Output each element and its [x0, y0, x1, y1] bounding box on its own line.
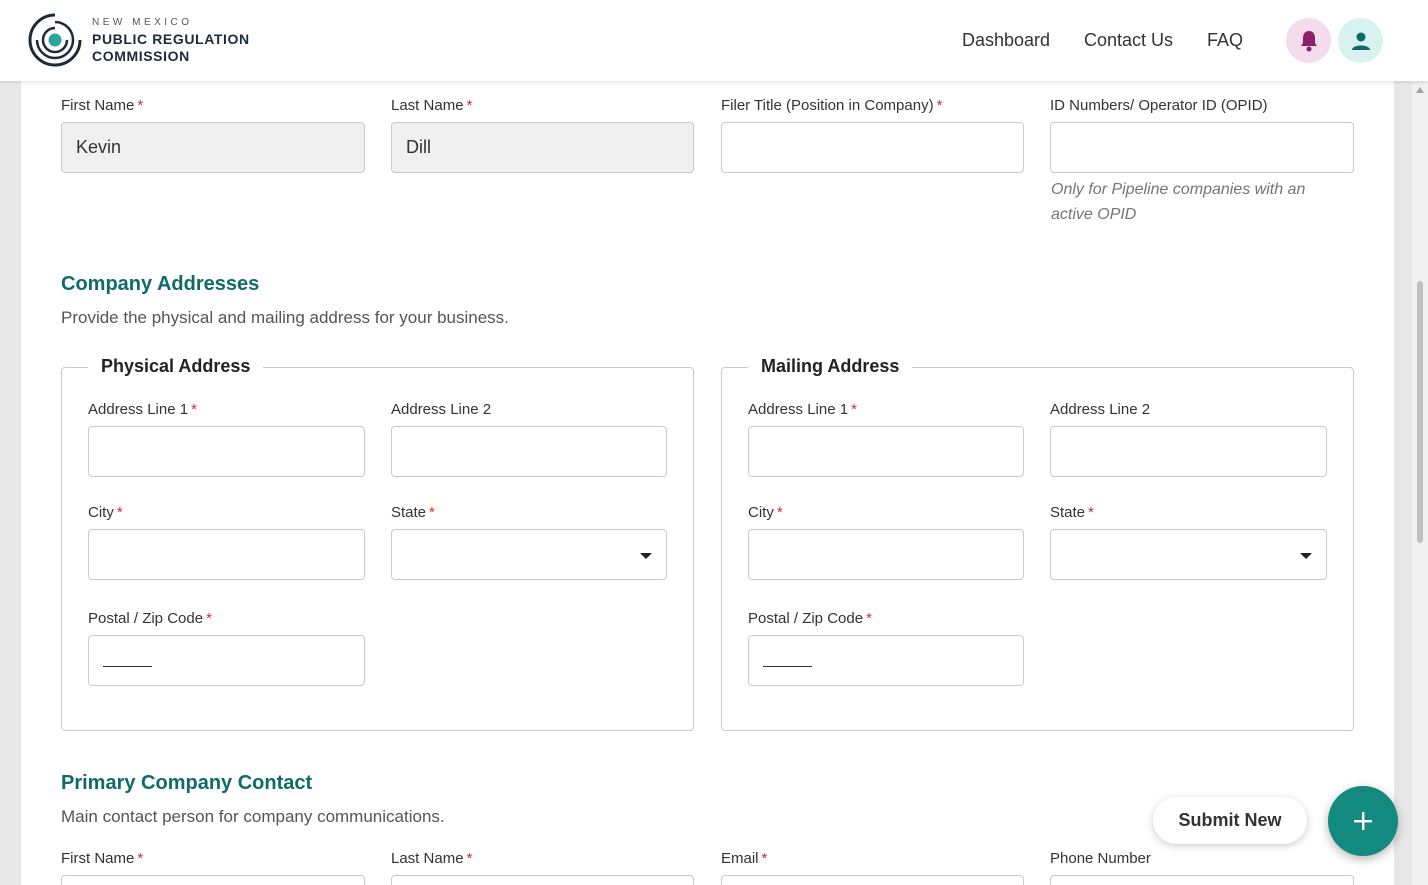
- bell-icon: [1300, 30, 1317, 51]
- zip-input-mask: [103, 666, 152, 667]
- nav-contact-us-link[interactable]: Contact Us: [1084, 30, 1173, 51]
- primary-contact-title: Primary Company Contact: [61, 772, 313, 794]
- contact-email-label: Email *: [721, 850, 768, 867]
- plus-icon: [1354, 812, 1372, 830]
- top-header: NEW MEXICO PUBLIC REGULATION COMMISSION …: [0, 0, 1428, 81]
- physical-city-label: City *: [88, 504, 123, 521]
- contact-email-input[interactable]: [721, 875, 1024, 885]
- brand-wordmark: NEW MEXICO PUBLIC REGULATION COMMISSION: [92, 17, 250, 65]
- filer-first-name-label: First Name *: [61, 97, 144, 114]
- brand-line-1: NEW MEXICO: [92, 17, 193, 28]
- nav-dashboard-link[interactable]: Dashboard: [962, 30, 1050, 51]
- brand-line-2: PUBLIC REGULATION: [92, 31, 250, 47]
- mailing-line1-label: Address Line 1 *: [748, 401, 857, 418]
- contact-phone-input[interactable]: [1050, 875, 1354, 885]
- chevron-down-icon: [1300, 553, 1312, 559]
- physical-state-label: State *: [391, 504, 435, 521]
- physical-line1-label: Address Line 1 *: [88, 401, 197, 418]
- mailing-zip-label: Postal / Zip Code *: [748, 610, 872, 627]
- contact-last-name-input[interactable]: [391, 875, 694, 885]
- physical-zip-label: Postal / Zip Code *: [88, 610, 212, 627]
- contact-first-name-label: First Name *: [61, 850, 144, 867]
- filer-last-name-label: Last Name *: [391, 97, 473, 114]
- physical-line1-input[interactable]: [88, 426, 365, 477]
- nav-faq-link[interactable]: FAQ: [1207, 30, 1243, 51]
- physical-line2-label: Address Line 2: [391, 401, 492, 418]
- filer-title-label: Filer Title (Position in Company) *: [721, 97, 943, 114]
- filer-title-input[interactable]: [721, 122, 1024, 173]
- physical-city-input[interactable]: [88, 529, 365, 580]
- mailing-city-input[interactable]: [748, 529, 1024, 580]
- physical-state-select[interactable]: [391, 529, 667, 580]
- physical-address-legend: Physical Address: [88, 356, 264, 377]
- company-addresses-title: Company Addresses: [61, 273, 260, 295]
- physical-zip-input[interactable]: [88, 635, 365, 686]
- chevron-down-icon: [640, 553, 652, 559]
- scrollbar-thumb[interactable]: [1417, 281, 1423, 543]
- company-addresses-subtitle: Provide the physical and mailing address…: [61, 308, 509, 327]
- brand-line-3: COMMISSION: [92, 48, 190, 64]
- submit-new-button[interactable]: Submit New: [1153, 797, 1307, 844]
- filer-first-name-input[interactable]: [61, 122, 365, 173]
- mailing-address-legend: Mailing Address: [748, 356, 913, 377]
- opid-input[interactable]: [1050, 122, 1354, 173]
- zip-input-mask: [763, 666, 812, 667]
- mailing-state-label: State *: [1050, 504, 1094, 521]
- contact-first-name-input[interactable]: [61, 875, 365, 885]
- opid-hint: Only for Pipeline companies with an acti…: [1051, 181, 1306, 223]
- mailing-city-label: City *: [748, 504, 783, 521]
- user-icon: [1351, 32, 1370, 50]
- swirl-logo-icon[interactable]: [26, 11, 84, 69]
- scroll-up-arrow-icon[interactable]: [1416, 87, 1424, 93]
- filer-last-name-input[interactable]: [391, 122, 694, 173]
- mailing-line1-input[interactable]: [748, 426, 1024, 477]
- add-new-fab-button[interactable]: [1328, 786, 1398, 856]
- mailing-line2-input[interactable]: [1050, 426, 1327, 477]
- primary-contact-subtitle: Main contact person for company communic…: [61, 807, 445, 826]
- mailing-line2-label: Address Line 2: [1050, 401, 1151, 418]
- notifications-button[interactable]: [1286, 18, 1331, 63]
- user-account-button[interactable]: [1338, 18, 1383, 63]
- opid-label: ID Numbers/ Operator ID (OPID): [1050, 97, 1268, 114]
- page-scrollbar[interactable]: [1412, 81, 1428, 885]
- mailing-state-select[interactable]: [1050, 529, 1327, 580]
- physical-line2-input[interactable]: [391, 426, 667, 477]
- mailing-zip-input[interactable]: [748, 635, 1024, 686]
- contact-last-name-label: Last Name *: [391, 850, 473, 867]
- contact-phone-label: Phone Number: [1050, 850, 1151, 867]
